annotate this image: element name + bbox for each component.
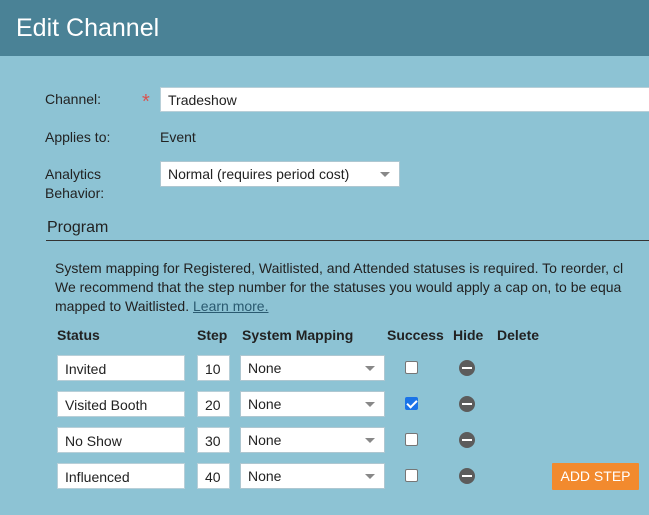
step-input[interactable]: 30 <box>197 427 230 453</box>
system-mapping-value: None <box>248 432 282 448</box>
step-input[interactable]: 20 <box>197 391 230 417</box>
column-header-system-mapping: System Mapping <box>242 327 354 343</box>
system-mapping-select[interactable]: None <box>240 427 385 453</box>
analytics-behavior-select[interactable]: Normal (requires period cost) <box>160 161 400 187</box>
analytics-behavior-value: Normal (requires period cost) <box>168 166 350 182</box>
chevron-down-icon <box>365 474 375 479</box>
column-header-step: Step <box>197 327 228 343</box>
analytics-behavior-label-line1: Analytics <box>45 166 102 182</box>
chevron-down-icon <box>365 402 375 407</box>
column-header-delete: Delete <box>497 327 540 343</box>
step-input[interactable]: 40 <box>197 463 230 489</box>
description-line-1: System mapping for Registered, Waitliste… <box>55 260 624 276</box>
system-mapping-value: None <box>248 396 282 412</box>
success-checkbox[interactable] <box>405 397 418 410</box>
system-mapping-select[interactable]: None <box>240 391 385 417</box>
column-header-hide: Hide <box>453 327 484 343</box>
chevron-down-icon <box>365 438 375 443</box>
hide-minus-icon[interactable] <box>459 468 475 484</box>
applies-to-label: Applies to: <box>45 129 111 145</box>
required-asterisk: * <box>142 91 150 113</box>
status-input[interactable]: No Show <box>57 427 185 453</box>
applies-to-value: Event <box>160 129 196 145</box>
step-input[interactable]: 10 <box>197 355 230 381</box>
description-line-2: We recommend that the step number for th… <box>55 279 622 295</box>
success-checkbox[interactable] <box>405 469 418 482</box>
learn-more-link[interactable]: Learn more. <box>193 298 268 314</box>
hide-minus-icon[interactable] <box>459 396 475 412</box>
channel-label: Channel: <box>45 91 102 107</box>
system-mapping-value: None <box>248 360 282 376</box>
program-description: System mapping for Registered, Waitliste… <box>55 259 649 316</box>
add-step-button[interactable]: ADD STEP <box>552 463 639 490</box>
success-checkbox[interactable] <box>405 361 418 374</box>
chevron-down-icon <box>365 366 375 371</box>
program-section-title: Program <box>47 219 109 236</box>
dialog-title: Edit Channel <box>16 14 160 42</box>
status-input[interactable]: Invited <box>57 355 185 381</box>
system-mapping-value: None <box>248 468 282 484</box>
hide-minus-icon[interactable] <box>459 432 475 448</box>
status-input[interactable]: Influenced <box>57 463 185 489</box>
dialog-titlebar: Edit Channel <box>0 0 649 56</box>
system-mapping-select[interactable]: None <box>240 355 385 381</box>
chevron-down-icon <box>380 172 390 177</box>
hide-minus-icon[interactable] <box>459 360 475 376</box>
status-input[interactable]: Visited Booth <box>57 391 185 417</box>
description-line-3: mapped to Waitlisted. <box>55 298 190 314</box>
column-header-status: Status <box>57 327 100 343</box>
system-mapping-select[interactable]: None <box>240 463 385 489</box>
column-header-success: Success <box>387 327 444 343</box>
analytics-behavior-label-line2: Behavior: <box>45 185 105 201</box>
section-divider <box>46 240 649 241</box>
channel-name-input[interactable]: Tradeshow <box>160 87 649 112</box>
success-checkbox[interactable] <box>405 433 418 446</box>
